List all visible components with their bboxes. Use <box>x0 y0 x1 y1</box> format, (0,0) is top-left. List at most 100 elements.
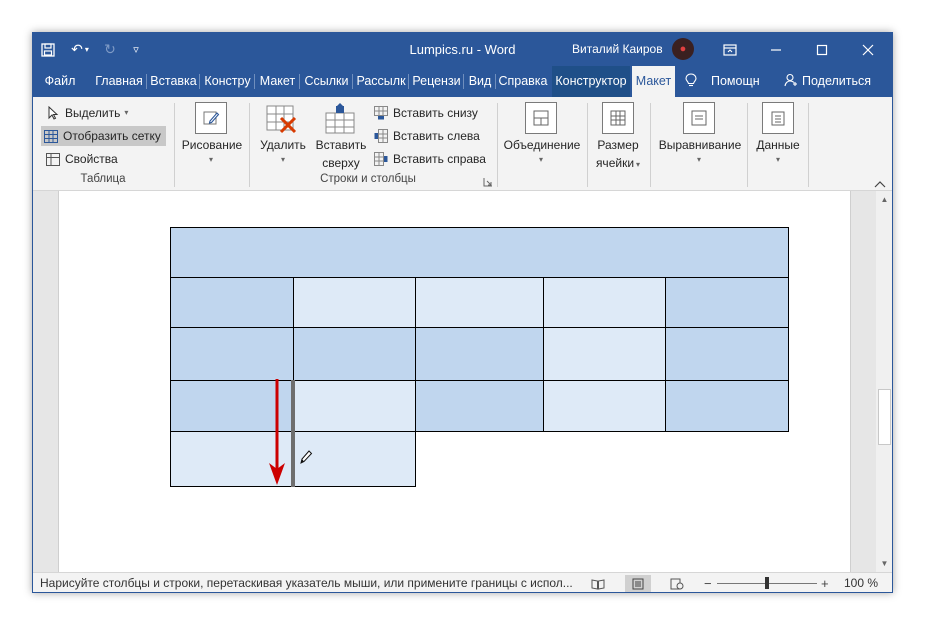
zoom-slider-thumb[interactable] <box>765 577 769 589</box>
word-table[interactable] <box>59 191 850 572</box>
dialog-launcher-icon[interactable] <box>483 176 493 187</box>
insert-above-icon[interactable] <box>323 103 357 137</box>
group-separator <box>650 103 651 187</box>
collapse-ribbon-icon[interactable] <box>874 177 886 188</box>
tab-mailings[interactable]: Рассылк <box>353 66 409 97</box>
data-dropdown-icon[interactable]: ▾ <box>772 155 784 164</box>
insert-right-button[interactable]: Вставить справа <box>373 149 493 169</box>
group-separator <box>249 103 250 187</box>
insert-left-button[interactable]: Вставить слева <box>373 126 493 146</box>
group-separator <box>497 103 498 187</box>
scroll-down-icon[interactable]: ▼ <box>876 555 892 572</box>
scroll-thumb[interactable] <box>878 389 891 445</box>
alignment-dropdown-icon[interactable]: ▾ <box>693 155 705 164</box>
table-cell[interactable] <box>415 327 544 381</box>
table-cell[interactable] <box>170 327 294 381</box>
user-name[interactable]: Виталий Каиров <box>572 33 663 66</box>
properties-button[interactable]: Свойства <box>43 149 163 169</box>
tab-table-design[interactable]: Конструктор <box>552 66 630 97</box>
insert-below-button[interactable]: Вставить снизу <box>373 103 493 123</box>
document-area[interactable] <box>33 191 876 572</box>
web-layout-icon[interactable] <box>665 575 689 592</box>
data-label[interactable]: Данные <box>749 137 807 153</box>
table-cell[interactable] <box>293 327 416 381</box>
insert-above-label-line2: сверху <box>322 156 360 170</box>
read-mode-icon[interactable] <box>586 575 610 592</box>
undo-icon[interactable]: ↶ ▾ <box>63 33 97 66</box>
properties-icon <box>45 151 61 167</box>
maximize-icon[interactable] <box>799 33 845 66</box>
draw-label[interactable]: Рисование <box>179 137 245 153</box>
draw-table-icon[interactable] <box>195 102 227 134</box>
tab-view[interactable]: Вид <box>464 66 496 97</box>
table-cell[interactable] <box>665 277 789 328</box>
avatar[interactable]: ● <box>672 38 694 60</box>
alignment-icon[interactable] <box>683 102 715 134</box>
cell-size-button[interactable]: Размер ячейки ▾ <box>589 137 647 173</box>
title-separator: - <box>476 42 482 57</box>
tab-references[interactable]: Ссылки <box>300 66 353 97</box>
insert-left-icon <box>373 128 389 144</box>
delete-label[interactable]: Удалить <box>255 137 311 153</box>
table-cell[interactable] <box>415 380 544 432</box>
table-cell[interactable] <box>543 277 666 328</box>
tab-home[interactable]: Главная <box>91 66 147 97</box>
tab-review[interactable]: Рецензи <box>409 66 464 97</box>
table-cell[interactable] <box>543 380 666 432</box>
insert-above-label-line1: Вставить <box>315 138 367 152</box>
insert-below-label: Вставить снизу <box>393 106 478 120</box>
tab-file[interactable]: Файл <box>41 66 79 97</box>
tell-me-label: Помощн <box>711 74 760 88</box>
merge-dropdown-icon[interactable]: ▾ <box>535 155 547 164</box>
insert-left-label: Вставить слева <box>393 129 480 143</box>
table-cell[interactable] <box>665 327 789 381</box>
zoom-in-button[interactable]: + <box>821 573 829 592</box>
grid-icon <box>43 128 59 144</box>
data-icon[interactable] <box>762 102 794 134</box>
cell-size-icon[interactable] <box>602 102 634 134</box>
group-separator <box>808 103 809 187</box>
tab-design[interactable]: Констру <box>200 66 255 97</box>
person-icon <box>784 66 800 97</box>
tab-insert[interactable]: Вставка <box>147 66 200 97</box>
table-cell[interactable] <box>665 380 789 432</box>
save-icon[interactable] <box>33 33 63 66</box>
zoom-out-button[interactable]: − <box>704 573 712 592</box>
vertical-scrollbar[interactable]: ▲ ▼ <box>876 191 892 572</box>
ribbon: Выделить ▾ Отобразить сетку Свойства Табл… <box>33 97 892 191</box>
delete-icon[interactable] <box>265 103 299 137</box>
table-cell[interactable] <box>293 380 416 432</box>
tab-layout[interactable]: Макет <box>255 66 300 97</box>
draw-dropdown-icon[interactable]: ▾ <box>205 155 217 164</box>
table-cell[interactable] <box>415 277 544 328</box>
tell-me-box[interactable]: Помощн <box>685 66 760 97</box>
table-cell[interactable] <box>170 277 294 328</box>
customize-icon[interactable]: ▿ <box>123 33 149 66</box>
zoom-level[interactable]: 100 % <box>844 573 878 592</box>
cell-size-label-line1: Размер <box>597 138 639 152</box>
scroll-up-icon[interactable]: ▲ <box>876 191 892 208</box>
tab-help[interactable]: Справка <box>496 66 550 97</box>
ribbon-display-icon[interactable] <box>707 33 753 66</box>
tab-table-layout[interactable]: Макет <box>632 66 675 97</box>
document-title: Lumpics.ru <box>409 42 474 57</box>
word-window: ↶ ▾ ↻ ▿ Lumpics.ru - Word Виталий Каиров … <box>32 32 893 593</box>
merge-label[interactable]: Объединение <box>503 137 581 153</box>
delete-dropdown-icon[interactable]: ▾ <box>277 155 289 164</box>
document-page[interactable] <box>58 191 851 572</box>
title-bar: ↶ ▾ ↻ ▿ Lumpics.ru - Word Виталий Каиров … <box>33 33 892 66</box>
close-icon[interactable] <box>845 33 891 66</box>
alignment-label[interactable]: Выравнивание <box>655 137 745 153</box>
table-cell[interactable] <box>543 327 666 381</box>
print-layout-icon[interactable] <box>625 575 651 592</box>
show-gridlines-button[interactable]: Отобразить сетку <box>41 126 166 146</box>
table-cell[interactable] <box>293 277 416 328</box>
select-button[interactable]: Выделить ▾ <box>43 103 163 123</box>
minimize-icon[interactable] <box>753 33 799 66</box>
insert-above-button[interactable]: Вставить сверху <box>309 137 373 171</box>
table-cell[interactable] <box>170 227 789 278</box>
redo-icon[interactable]: ↻ <box>97 33 123 66</box>
group-separator <box>747 103 748 187</box>
merge-icon[interactable] <box>525 102 557 134</box>
share-button[interactable]: Поделиться <box>784 66 871 97</box>
